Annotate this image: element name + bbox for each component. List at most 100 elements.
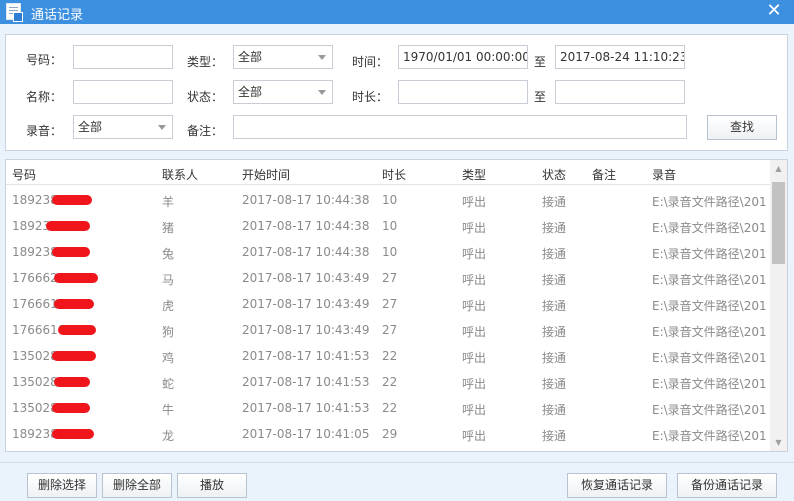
close-icon[interactable]: ✕ (764, 1, 784, 21)
cell-contact: 蛇 (162, 377, 175, 391)
cell-recording: E:\录音文件路径\201 (652, 403, 767, 417)
cell-duration: 22 (382, 375, 398, 389)
column-header-note[interactable]: 备注 (592, 166, 616, 183)
type-select-value: 全部 (238, 50, 263, 64)
type-select[interactable]: 全部 (233, 45, 333, 69)
column-header-duration[interactable]: 时长 (382, 166, 406, 183)
recording-label: 录音： (26, 124, 63, 138)
cell-recording: E:\录音文件路径\201 (652, 377, 767, 391)
cell-duration: 27 (382, 297, 398, 311)
cell-duration: 22 (382, 401, 398, 415)
table-row[interactable]: 189238 龙 2017-08-17 10:41:05 29 呼出 接通 E:\录音文件路… (6, 420, 770, 446)
time-to-input[interactable]: 2017-08-24 11:10:23 (555, 45, 685, 69)
cell-contact: 兔 (162, 247, 175, 261)
cell-type: 呼出 (462, 195, 487, 209)
duration-to-input[interactable] (555, 80, 685, 104)
delete-selected-button[interactable]: 删除选择 (27, 473, 97, 498)
cell-contact: 羊 (162, 195, 175, 209)
recording-select-value: 全部 (78, 120, 103, 134)
cell-start-time: 2017-08-17 10:44:38 (242, 219, 370, 233)
number-input[interactable] (73, 45, 173, 69)
cell-contact: 狗 (162, 325, 175, 339)
cell-status: 接通 (542, 429, 567, 443)
column-header-start-time[interactable]: 开始时间 (242, 166, 290, 183)
cell-start-time: 2017-08-17 10:44:38 (242, 245, 370, 259)
redaction-mark (54, 299, 94, 309)
vertical-scrollbar[interactable]: ▲ ▼ (770, 160, 787, 451)
cell-duration: 10 (382, 193, 398, 207)
column-header-contact[interactable]: 联系人 (162, 166, 198, 183)
name-input[interactable] (73, 80, 173, 104)
number-label: 号码： (26, 53, 63, 67)
title-bar: 通话记录 ✕ (0, 0, 794, 24)
backup-call-log-button[interactable]: 备份通话记录 (677, 473, 777, 498)
redaction-mark (46, 221, 90, 231)
cell-status: 接通 (542, 221, 567, 235)
cell-contact: 虎 (162, 299, 175, 313)
cell-duration: 27 (382, 323, 398, 337)
footer-toolbar: 删除选择 删除全部 播放 恢复通话记录 备份通话记录 (0, 462, 794, 501)
recording-select[interactable]: 全部 (73, 115, 173, 139)
cell-status: 接通 (542, 299, 567, 313)
table-row[interactable]: 18923 猪 2017-08-17 10:44:38 10 呼出 接通 E:\录音文件路径… (6, 212, 770, 238)
window-title: 通话记录 (31, 8, 84, 23)
time-from-input[interactable]: 1970/01/01 00:00:00 (398, 45, 528, 69)
column-header-number[interactable]: 号码 (12, 166, 36, 183)
cell-start-time: 2017-08-17 10:44:38 (242, 193, 370, 207)
column-header-recording[interactable]: 录音 (652, 166, 676, 183)
call-log-app-icon (6, 3, 23, 22)
cell-contact: 鸡 (162, 351, 175, 365)
time-label: 时间： (352, 55, 389, 69)
time-to-separator: 至 (534, 55, 547, 69)
cell-type: 呼出 (462, 247, 487, 261)
restore-call-log-button[interactable]: 恢复通话记录 (567, 473, 667, 498)
note-input[interactable] (233, 115, 687, 139)
filter-panel: 号码： 类型： 全部 时间： 1970/01/01 00:00:00 至 201… (5, 34, 788, 151)
search-button[interactable]: 查找 (707, 115, 777, 140)
note-label: 备注： (187, 124, 224, 138)
table-row[interactable]: 135028 蛇 2017-08-17 10:41:53 22 呼出 接通 E:\录音文件路… (6, 368, 770, 394)
cell-type: 呼出 (462, 273, 487, 287)
cell-contact: 马 (162, 273, 175, 287)
cell-type: 呼出 (462, 221, 487, 235)
column-header-type[interactable]: 类型 (462, 166, 486, 183)
table-row[interactable]: 189238 兔 2017-08-17 10:44:38 10 呼出 接通 E:\录音文件路… (6, 238, 770, 264)
chevron-down-icon (318, 90, 326, 95)
redaction-mark (54, 377, 90, 387)
play-button[interactable]: 播放 (177, 473, 247, 498)
table-row[interactable]: 135028 牛 2017-08-17 10:41:53 22 呼出 接通 E:\录音文件路… (6, 394, 770, 420)
cell-type: 呼出 (462, 299, 487, 313)
delete-all-button[interactable]: 删除全部 (102, 473, 172, 498)
cell-duration: 29 (382, 427, 398, 441)
cell-recording: E:\录音文件路径\201 (652, 325, 767, 339)
table-row[interactable]: 17666101 狗 2017-08-17 10:43:49 27 呼出 接通 E:\录音文… (6, 316, 770, 342)
cell-status: 接通 (542, 403, 567, 417)
name-label: 名称： (26, 90, 63, 104)
scroll-up-icon[interactable]: ▲ (770, 160, 787, 177)
cell-duration: 22 (382, 349, 398, 363)
cell-number: 135028 (12, 401, 58, 415)
table-row[interactable]: 135028 鸡 2017-08-17 10:41:53 22 呼出 接通 E:\录音文件路… (6, 342, 770, 368)
table-row[interactable]: 189238 羊 2017-08-17 10:44:38 10 呼出 接通 E:\录音文件路… (6, 186, 770, 212)
cell-status: 接通 (542, 351, 567, 365)
cell-duration: 27 (382, 271, 398, 285)
cell-recording: E:\录音文件路径\201 (652, 221, 767, 235)
cell-status: 接通 (542, 195, 567, 209)
cell-contact: 猪 (162, 221, 175, 235)
duration-from-input[interactable] (398, 80, 528, 104)
duration-label: 时长： (352, 90, 389, 104)
duration-to-separator: 至 (534, 90, 547, 104)
cell-status: 接通 (542, 377, 567, 391)
table-row[interactable]: 176661 虎 2017-08-17 10:43:49 27 呼出 接通 E:\录音文件路… (6, 290, 770, 316)
status-select[interactable]: 全部 (233, 80, 333, 104)
scroll-down-icon[interactable]: ▼ (770, 434, 787, 451)
cell-start-time: 2017-08-17 10:43:49 (242, 297, 370, 311)
table-row[interactable]: 176662 马 2017-08-17 10:43:49 27 呼出 接通 E:\录音文件路… (6, 264, 770, 290)
cell-start-time: 2017-08-17 10:41:53 (242, 401, 370, 415)
cell-type: 呼出 (462, 351, 487, 365)
cell-type: 呼出 (462, 377, 487, 391)
scrollbar-thumb[interactable] (772, 182, 785, 264)
cell-recording: E:\录音文件路径\201 (652, 195, 767, 209)
cell-recording: E:\录音文件路径\201 (652, 429, 767, 443)
column-header-status[interactable]: 状态 (542, 166, 566, 183)
